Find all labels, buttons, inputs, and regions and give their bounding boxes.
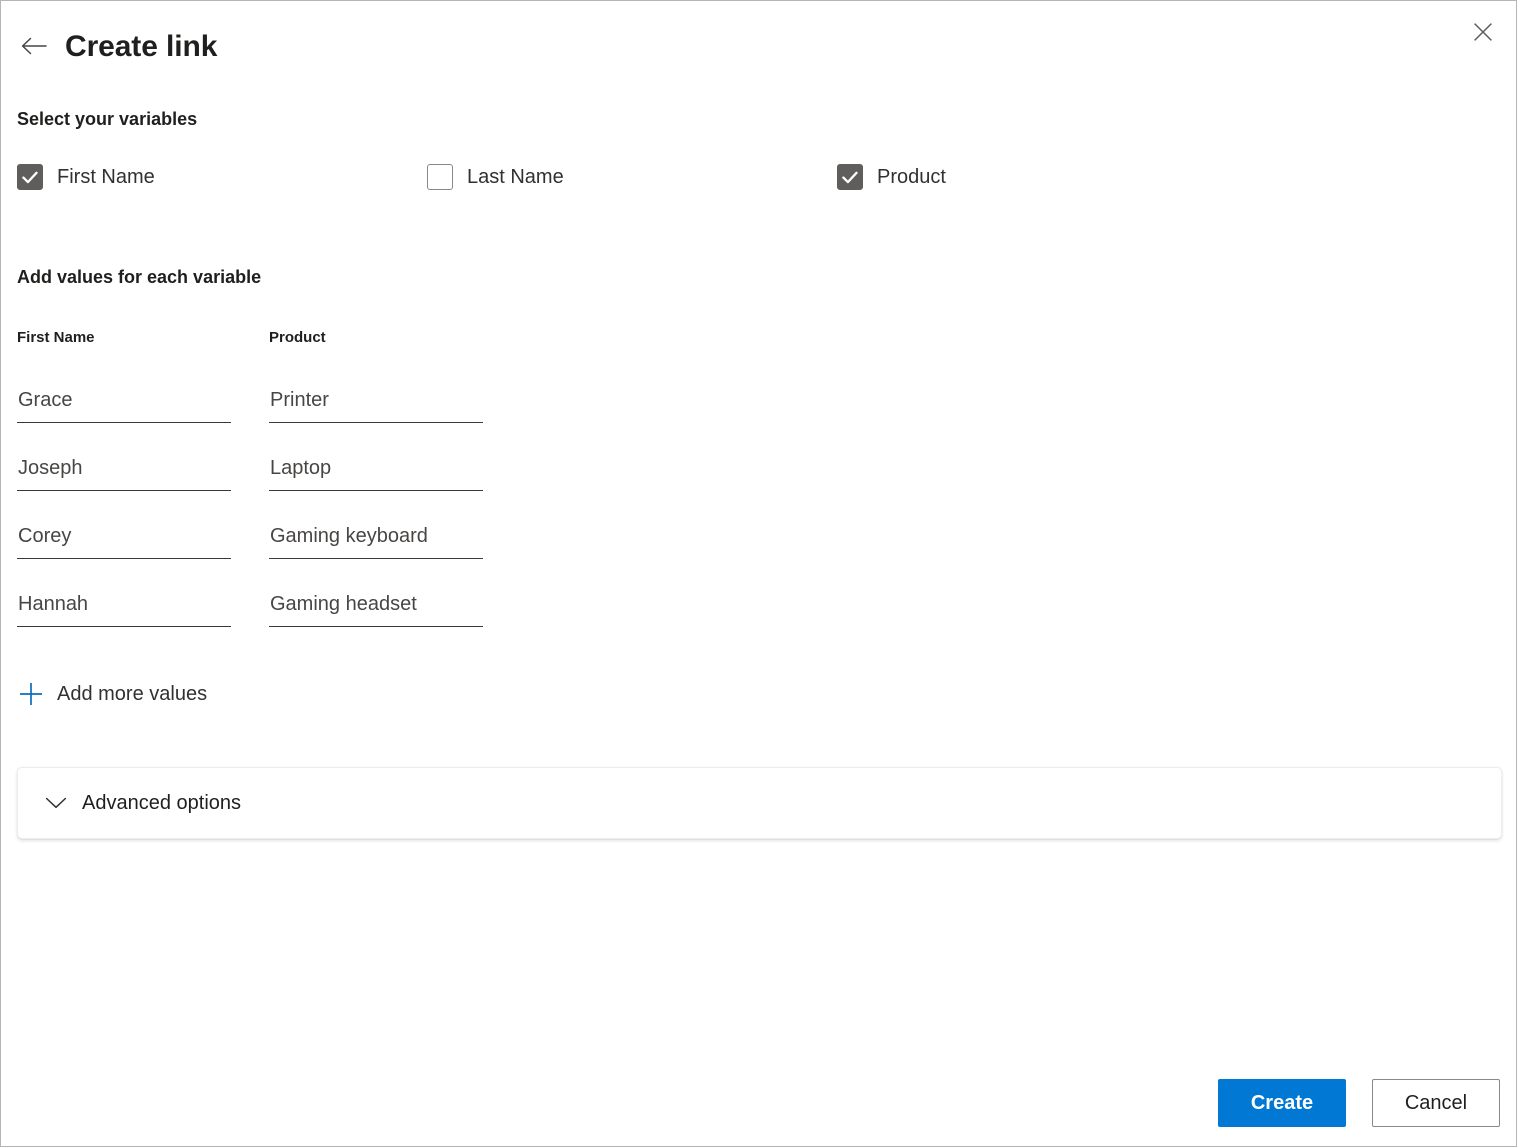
advanced-options-toggle[interactable]: Advanced options: [18, 791, 241, 815]
close-button[interactable]: [1460, 11, 1506, 53]
first-name-field-wrapper: [17, 387, 231, 423]
product-input-1[interactable]: [269, 387, 483, 423]
cancel-button[interactable]: Cancel: [1372, 1079, 1500, 1127]
back-button[interactable]: [17, 30, 51, 64]
first-name-input-4[interactable]: [17, 591, 231, 627]
first-name-input-2[interactable]: [17, 455, 231, 491]
add-values-heading: Add values for each variable: [17, 267, 262, 287]
variables-checkbox-group: First Name Last Name Product: [17, 162, 1467, 192]
product-input-4[interactable]: [269, 591, 483, 627]
checkbox-label: First Name: [57, 165, 155, 188]
checkbox-label: Last Name: [467, 165, 564, 188]
product-field-wrapper: [269, 455, 483, 491]
create-link-dialog: Create link Select your variables First …: [0, 0, 1517, 1147]
variable-checkbox-first-name[interactable]: First Name: [17, 162, 155, 192]
checkbox-indicator[interactable]: [17, 164, 43, 190]
product-field-wrapper: [269, 387, 483, 423]
advanced-options-card[interactable]: Advanced options: [17, 767, 1502, 839]
plus-icon: [17, 680, 45, 708]
select-variables-heading: Select your variables: [17, 109, 198, 129]
checkbox-indicator[interactable]: [427, 164, 453, 190]
dialog-footer: Create Cancel: [1, 1060, 1516, 1146]
product-input-3[interactable]: [269, 523, 483, 559]
first-name-input-3[interactable]: [17, 523, 231, 559]
create-button[interactable]: Create: [1218, 1079, 1346, 1127]
arrow-left-icon: [21, 36, 47, 59]
add-more-values-button[interactable]: Add more values: [17, 677, 211, 711]
first-name-field-wrapper: [17, 523, 231, 559]
add-more-values-label: Add more values: [57, 682, 208, 705]
product-field-wrapper: [269, 591, 483, 627]
column-header-product: Product: [269, 329, 326, 346]
variable-checkbox-last-name[interactable]: Last Name: [427, 162, 564, 192]
product-field-wrapper: [269, 523, 483, 559]
first-name-field-wrapper: [17, 591, 231, 627]
variable-checkbox-product[interactable]: Product: [837, 162, 946, 192]
first-name-input-1[interactable]: [17, 387, 231, 423]
page-title: Create link: [65, 30, 218, 63]
first-name-field-wrapper: [17, 455, 231, 491]
dialog-header: Create link: [17, 23, 217, 71]
checkbox-label: Product: [877, 165, 946, 188]
column-header-first-name: First Name: [17, 329, 95, 346]
close-icon: [1472, 21, 1494, 43]
advanced-options-label: Advanced options: [82, 791, 242, 814]
product-input-2[interactable]: [269, 455, 483, 491]
checkbox-indicator[interactable]: [837, 164, 863, 190]
chevron-down-icon: [44, 791, 68, 815]
